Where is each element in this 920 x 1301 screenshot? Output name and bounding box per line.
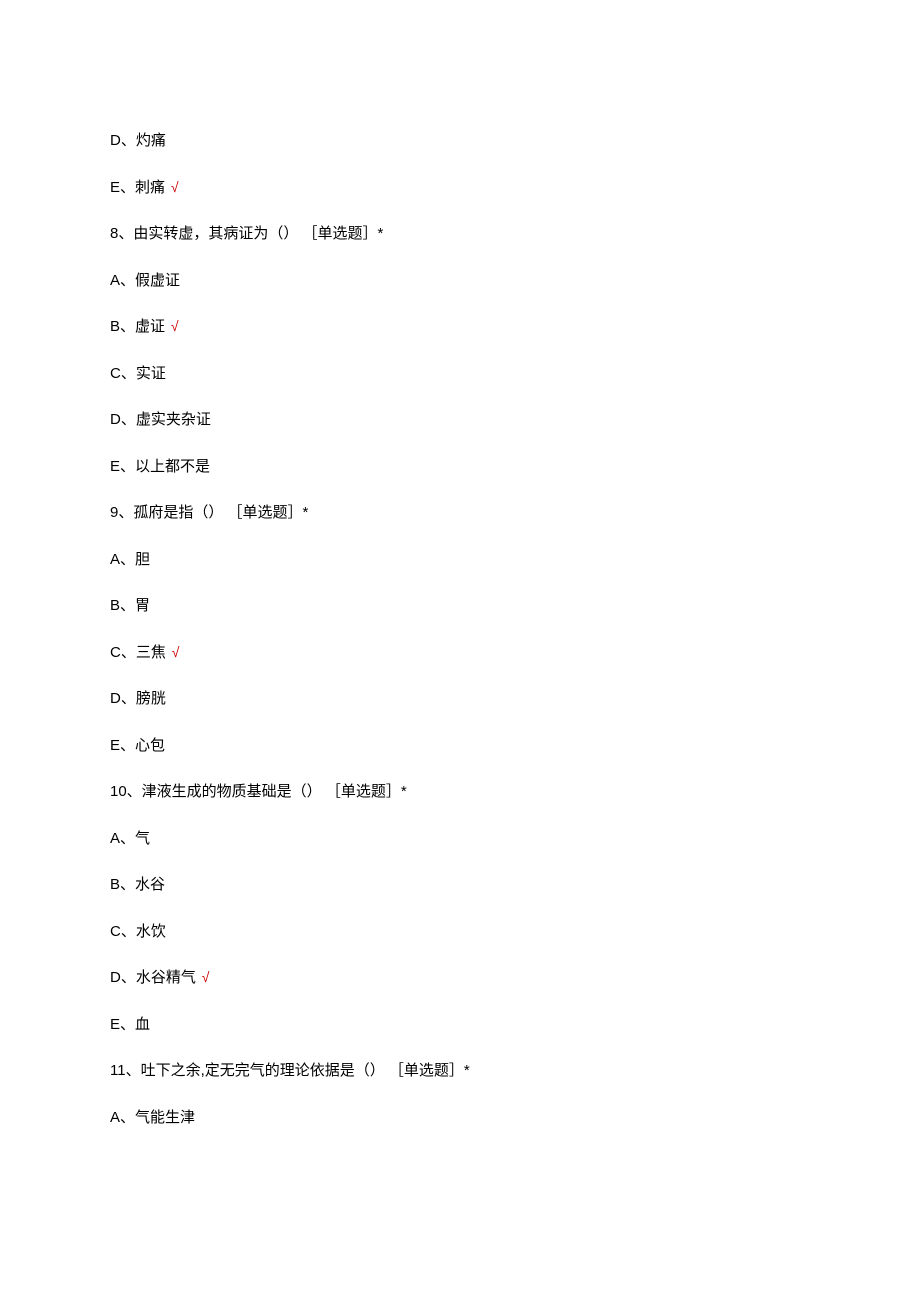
text-line: E、刺痛 √ [110,177,810,200]
checkmark-icon: √ [167,318,179,334]
text-line: A、气 [110,828,810,851]
text-line: E、以上都不是 [110,456,810,479]
text-line: D、灼痛 [110,130,810,153]
text-line: 9、孤府是指（） ［单选题］* [110,502,810,525]
line-text: C、实证 [110,365,166,382]
line-text: D、虚实夹杂证 [110,411,211,428]
text-line: 11、吐下之余,定无完气的理论依据是（） ［单选题］* [110,1060,810,1083]
line-text: C、三焦 [110,644,166,661]
text-line: C、三焦 √ [110,642,810,665]
line-text: E、刺痛 [110,179,165,196]
checkmark-icon: √ [167,179,179,195]
text-line: C、实证 [110,363,810,386]
checkmark-icon: √ [168,644,180,660]
text-line: D、水谷精气 √ [110,967,810,990]
text-line: B、胃 [110,595,810,618]
line-text: 8、由实转虚，其病证为（） ［单选题］* [110,225,383,242]
line-text: E、心包 [110,737,165,754]
text-line: B、水谷 [110,874,810,897]
text-line: C、水饮 [110,921,810,944]
text-line: 10、津液生成的物质基础是（） ［单选题］* [110,781,810,804]
checkmark-icon: √ [198,969,210,985]
line-text: A、气 [110,830,150,847]
text-line: B、虚证 √ [110,316,810,339]
text-line: 8、由实转虚，其病证为（） ［单选题］* [110,223,810,246]
line-text: 11、吐下之余,定无完气的理论依据是（） ［单选题］* [110,1062,470,1079]
text-line: E、心包 [110,735,810,758]
line-text: 10、津液生成的物质基础是（） ［单选题］* [110,783,407,800]
line-text: B、水谷 [110,876,165,893]
line-text: A、胆 [110,551,150,568]
text-line: D、膀胱 [110,688,810,711]
line-text: E、以上都不是 [110,458,210,475]
line-text: D、膀胱 [110,690,166,707]
line-text: 9、孤府是指（） ［单选题］* [110,504,308,521]
line-text: B、虚证 [110,318,165,335]
text-line: A、假虚证 [110,270,810,293]
text-line: A、气能生津 [110,1107,810,1130]
line-text: E、血 [110,1016,150,1033]
line-text: A、假虚证 [110,272,180,289]
line-text: D、灼痛 [110,132,166,149]
line-text: B、胃 [110,597,150,614]
line-text: D、水谷精气 [110,969,196,986]
line-text: C、水饮 [110,923,166,940]
text-line: D、虚实夹杂证 [110,409,810,432]
text-line: A、胆 [110,549,810,572]
line-text: A、气能生津 [110,1109,195,1126]
text-line: E、血 [110,1014,810,1037]
